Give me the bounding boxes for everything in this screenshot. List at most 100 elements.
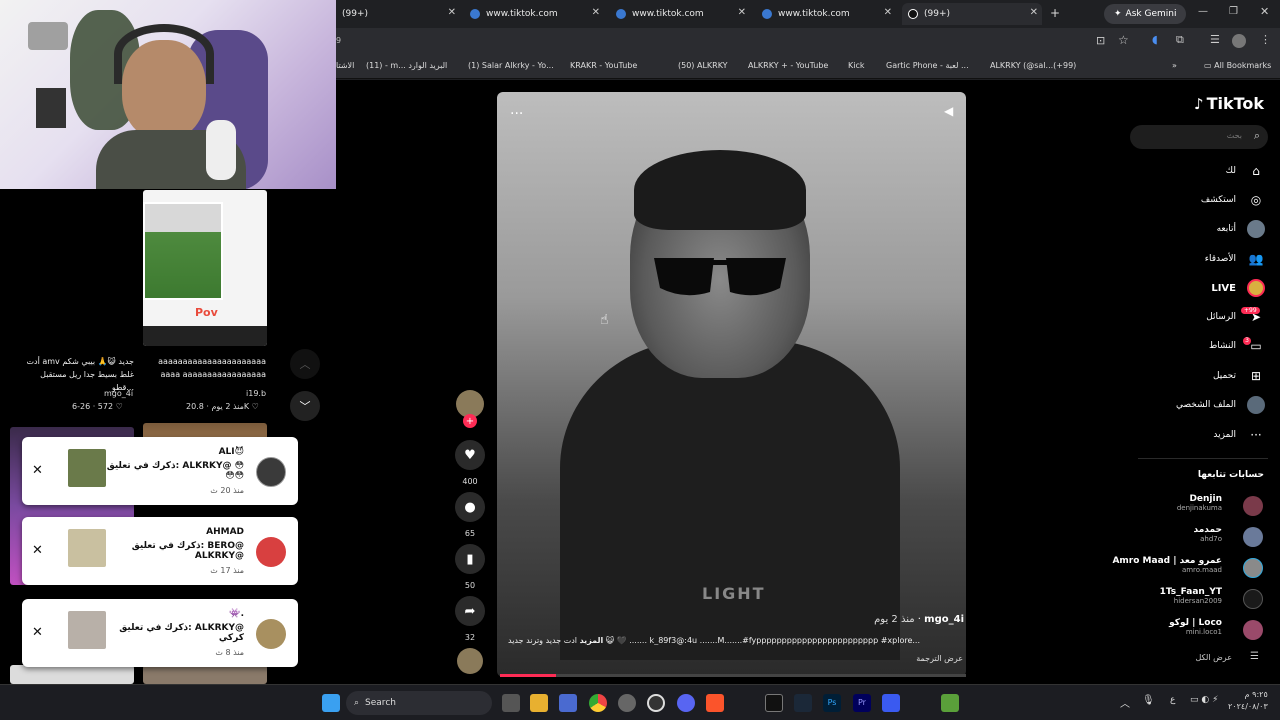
minecraft-icon[interactable]: [941, 694, 959, 712]
puzzle-icon[interactable]: ⧉: [1176, 33, 1184, 47]
nav-more[interactable]: المزيد: [1213, 430, 1236, 440]
nav-messages[interactable]: الرسائل: [1206, 312, 1236, 322]
notification-toast[interactable]: ✕ ALI😈 ذكرك في تعليق: ALKRKY@ 😳 😳😳 منذ 2…: [22, 437, 298, 505]
scroll-up-button[interactable]: ︿: [290, 349, 320, 379]
star-icon[interactable]: ☆: [1118, 33, 1129, 47]
nav-following[interactable]: أتابعه: [1217, 224, 1236, 234]
close-tab-icon[interactable]: ✕: [738, 7, 746, 18]
save-button[interactable]: ▮: [455, 544, 485, 574]
steam-icon[interactable]: [794, 694, 812, 712]
task-view-icon[interactable]: [502, 694, 520, 712]
minimize-button[interactable]: —: [1198, 6, 1208, 17]
nav-activity[interactable]: النشاط: [1209, 341, 1236, 351]
following-account[interactable]: Denjin denjinakuma: [1177, 494, 1222, 512]
network-volume-icons[interactable]: ▭ ◐ ⚡: [1190, 695, 1218, 705]
close-window-button[interactable]: ✕: [1260, 5, 1269, 18]
premiere-icon[interactable]: Pr: [853, 694, 871, 712]
volume-icon[interactable]: ◀: [944, 104, 953, 118]
tray-chevron-icon[interactable]: ︿: [1120, 695, 1130, 710]
comment-button[interactable]: ●: [455, 492, 485, 522]
close-tab-icon[interactable]: ✕: [448, 7, 456, 18]
video-thumbnail[interactable]: [143, 665, 267, 684]
video-progress-track[interactable]: [500, 674, 966, 677]
nav-live[interactable]: LIVE: [1211, 283, 1236, 294]
tab-5-active[interactable]: (99+) ✕: [902, 3, 1042, 25]
capcut-icon[interactable]: [765, 694, 783, 712]
discord-icon[interactable]: [677, 694, 695, 712]
nav-upload[interactable]: تحميل: [1213, 371, 1236, 381]
video-card-user[interactable]: mgo_4i: [104, 389, 133, 398]
avatar[interactable]: [1243, 620, 1263, 640]
bookmark-5[interactable]: (50) ALKRKY: [678, 61, 728, 70]
ask-gemini-button[interactable]: ✦ Ask Gemini: [1104, 4, 1187, 24]
overflow-chevron-icon[interactable]: »: [1172, 61, 1177, 70]
taskbar-search[interactable]: ⌕ Search: [346, 691, 492, 715]
avatar[interactable]: [1243, 527, 1263, 547]
tab-4[interactable]: www.tiktok.com ✕: [756, 3, 896, 25]
following-account[interactable]: لوكو | Loco mini.loco1: [1169, 618, 1222, 636]
follow-plus-icon[interactable]: +: [463, 414, 477, 428]
tab-2[interactable]: www.tiktok.com ✕: [464, 3, 604, 25]
nav-for-you[interactable]: لك: [1226, 166, 1236, 176]
nav-friends[interactable]: الأصدقاء: [1205, 254, 1236, 264]
all-bookmarks-folder[interactable]: ▭ All Bookmarks: [1204, 61, 1271, 70]
app-icon[interactable]: [618, 694, 636, 712]
photoshop-icon[interactable]: Ps: [823, 694, 841, 712]
close-tab-icon[interactable]: ✕: [1030, 7, 1038, 18]
video-card-caption[interactable]: aaaaaaaaaaaaaaaaaaaaaaaaaa aaaaaaaaaaaaa…: [156, 355, 266, 383]
bookmark-6[interactable]: ALKRKY + - YouTube: [748, 61, 828, 70]
following-account[interactable]: Amro Maad | عمرو معد amro.maad: [1112, 556, 1222, 574]
avatar[interactable]: [1243, 589, 1263, 609]
app-icon[interactable]: [882, 694, 900, 712]
language-indicator[interactable]: ع: [1170, 695, 1175, 705]
see-all-link[interactable]: عرض الكل: [1195, 653, 1232, 662]
bookmark-9[interactable]: ALKRKY (@sal...(+99): [990, 61, 1076, 70]
profile-avatar[interactable]: [1232, 34, 1246, 48]
new-tab-button[interactable]: +: [1050, 6, 1060, 20]
extension-icon[interactable]: ◖: [1152, 33, 1158, 46]
close-icon[interactable]: ✕: [32, 463, 43, 478]
store-icon[interactable]: [559, 694, 577, 712]
address-bar[interactable]: 9 ⊡ ☆ ◖ ⧉ ☰ ⋮: [336, 28, 1280, 55]
close-icon[interactable]: ✕: [32, 625, 43, 640]
sound-avatar[interactable]: [457, 648, 483, 674]
windows-start-icon[interactable]: [322, 694, 340, 712]
bookmark-2[interactable]: (11) - m... البريد الوارد: [366, 61, 447, 70]
brave-icon[interactable]: [706, 694, 724, 712]
share-button[interactable]: ➦: [455, 596, 485, 626]
video-thumbnail[interactable]: [10, 665, 134, 684]
install-icon[interactable]: ⊡: [1096, 34, 1105, 47]
close-icon[interactable]: ✕: [32, 543, 43, 558]
video-thumbnail-football[interactable]: Pov: [143, 190, 267, 346]
notification-toast[interactable]: ✕ AHMAD ذكرك في تعليق: BERO@ ALKRKY@ منذ…: [22, 517, 298, 585]
bookmark-1[interactable]: الاشتا: [336, 61, 354, 70]
media-icon[interactable]: ☰: [1210, 33, 1220, 46]
close-tab-icon[interactable]: ✕: [592, 7, 600, 18]
nav-explore[interactable]: استكشف: [1201, 195, 1236, 205]
restore-button[interactable]: ❐: [1229, 6, 1238, 17]
more-link[interactable]: المزيد: [580, 636, 604, 645]
video-more-button[interactable]: ...: [510, 102, 523, 118]
menu-icon[interactable]: ⋮: [1260, 33, 1271, 46]
video-author[interactable]: mgo_4i: [924, 614, 964, 625]
scroll-down-button[interactable]: ﹀: [290, 391, 320, 421]
video-card-user[interactable]: i19.b: [246, 389, 266, 398]
mic-icon[interactable]: 🎙: [1142, 695, 1155, 706]
chrome-icon[interactable]: [589, 694, 607, 712]
bookmark-8[interactable]: Gartic Phone - لعبة ...: [886, 61, 969, 70]
tab-3[interactable]: www.tiktok.com ✕: [610, 3, 750, 25]
notification-toast[interactable]: ✕ 👾. ذكرك في تعليق: ALKRKY@ كركي منذ 8 ث: [22, 599, 298, 667]
tiktok-logo[interactable]: ♪ TikTok: [1194, 94, 1264, 113]
tab-1[interactable]: (99+) ✕: [336, 3, 460, 25]
obs-icon[interactable]: [647, 694, 665, 712]
bookmark-7[interactable]: Kick: [848, 61, 865, 70]
clock[interactable]: ٩:٢٥ م ٢٠٢٤/٠٨/٠٣: [1228, 689, 1268, 713]
nav-profile[interactable]: الملف الشخصي: [1176, 400, 1236, 410]
close-tab-icon[interactable]: ✕: [884, 7, 892, 18]
translate-link[interactable]: عرض الترجمة: [916, 654, 963, 663]
file-explorer-icon[interactable]: [530, 694, 548, 712]
like-button[interactable]: ♥: [455, 440, 485, 470]
following-account[interactable]: حمدمد ahd7o: [1194, 525, 1223, 543]
search-input[interactable]: بحث ⌕: [1130, 125, 1268, 149]
avatar[interactable]: [1243, 496, 1263, 516]
